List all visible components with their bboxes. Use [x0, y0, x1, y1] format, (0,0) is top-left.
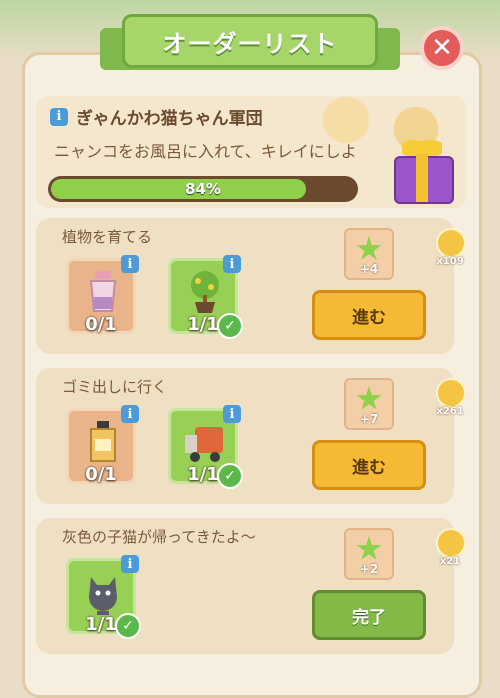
order-item[interactable]: i 1/1 ✓ — [168, 255, 243, 339]
gift-box-icon[interactable] — [388, 130, 456, 204]
coin-multiplier: x21 — [439, 556, 461, 567]
order-card: 植物を育てる i 0/1 i 1/1 ✓ +4 x109 進む — [36, 218, 466, 354]
coin-icon — [436, 528, 466, 558]
reward-amount: +4 — [359, 262, 379, 276]
order-title: ゴミ出しに行く — [62, 378, 168, 396]
reward-amount: +2 — [359, 562, 379, 576]
item-info-icon[interactable]: i — [223, 255, 241, 273]
order-item[interactable]: i 1/1 ✓ — [66, 555, 141, 639]
order-card: ゴミ出しに行く i 0/1 i 1/1 ✓ +7 x261 進む — [36, 368, 466, 504]
go-button[interactable]: 進む — [312, 290, 426, 340]
item-info-icon[interactable]: i — [121, 555, 139, 573]
event-progress-bar: 84% — [48, 176, 358, 202]
garbage-truck-icon — [185, 427, 223, 462]
page-title: オーダーリスト — [122, 14, 378, 68]
star-icon — [356, 386, 382, 410]
bottle-icon — [89, 271, 117, 312]
progress-label: 84% — [185, 180, 221, 198]
coin-icon — [436, 228, 466, 258]
jar-icon — [90, 421, 116, 462]
gift-ribbon — [416, 154, 428, 202]
event-description: ニャンコをお風呂に入れて、キレイにしよ — [54, 142, 357, 161]
info-icon[interactable]: i — [50, 107, 68, 126]
order-title: 植物を育てる — [62, 228, 153, 246]
check-icon: ✓ — [115, 613, 141, 639]
check-icon: ✓ — [217, 313, 243, 339]
reward-box: +7 — [344, 378, 394, 430]
gray-kitten-icon — [89, 577, 117, 615]
item-info-icon[interactable]: i — [223, 405, 241, 423]
item-count: 0/1 — [85, 464, 117, 485]
event-title-row: i ぎゃんかわ猫ちゃん軍団 — [50, 104, 263, 129]
event-title: ぎゃんかわ猫ちゃん軍団 — [76, 109, 263, 129]
close-button[interactable]: ✕ — [420, 26, 464, 70]
potted-tree-icon — [191, 271, 219, 313]
go-button[interactable]: 進む — [312, 440, 426, 490]
order-item[interactable]: i 1/1 ✓ — [168, 405, 243, 489]
reward-box: +4 — [344, 228, 394, 280]
coin-multiplier: x109 — [436, 256, 464, 267]
complete-button[interactable]: 完了 — [312, 590, 426, 640]
item-info-icon[interactable]: i — [121, 405, 139, 423]
reward-amount: +7 — [359, 412, 379, 426]
star-icon — [356, 536, 382, 560]
close-icon: ✕ — [431, 33, 453, 63]
reward-box: +2 — [344, 528, 394, 580]
order-card: 灰色の子猫が帰ってきたよ〜 i 1/1 ✓ +2 x21 完了 — [36, 518, 466, 654]
star-icon — [356, 236, 382, 260]
order-title: 灰色の子猫が帰ってきたよ〜 — [62, 528, 256, 546]
order-item[interactable]: i 0/1 — [66, 255, 139, 335]
title-banner: オーダーリスト — [100, 14, 400, 74]
item-info-icon[interactable]: i — [121, 255, 139, 273]
order-item[interactable]: i 0/1 — [66, 405, 139, 485]
check-icon: ✓ — [217, 463, 243, 489]
coin-icon — [436, 378, 466, 408]
coin-multiplier: x261 — [436, 406, 464, 417]
item-count: 0/1 — [85, 314, 117, 335]
